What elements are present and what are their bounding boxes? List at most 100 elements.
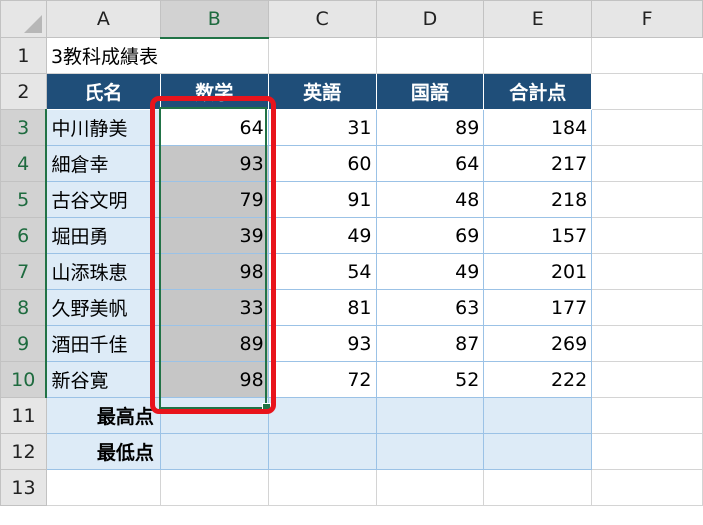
cell-max-japanese[interactable] <box>375 397 485 434</box>
student-name-cell[interactable]: 堀田勇 <box>45 217 161 254</box>
japanese-score-cell[interactable]: 89 <box>375 109 485 146</box>
student-name-cell[interactable]: 古谷文明 <box>45 181 161 218</box>
header-cell-math[interactable]: 数学 <box>159 73 269 110</box>
column-header-c[interactable]: C <box>267 0 377 38</box>
row-header[interactable]: 10 <box>0 361 48 398</box>
cell-empty[interactable] <box>45 469 161 506</box>
math-score-cell[interactable]: 98 <box>159 361 269 398</box>
min-score-label[interactable]: 最低点 <box>45 433 161 470</box>
cell-empty[interactable] <box>591 289 703 326</box>
total-score-cell[interactable]: 201 <box>483 253 593 290</box>
cell-empty[interactable] <box>591 109 703 146</box>
column-header-d[interactable]: D <box>375 0 485 38</box>
japanese-score-cell[interactable]: 63 <box>375 289 485 326</box>
english-score-cell[interactable]: 72 <box>267 361 377 398</box>
cell-empty[interactable] <box>591 433 703 470</box>
japanese-score-cell[interactable]: 87 <box>375 325 485 362</box>
total-score-cell[interactable]: 218 <box>483 181 593 218</box>
row-header-13[interactable]: 13 <box>0 469 47 506</box>
japanese-score-cell[interactable]: 64 <box>375 145 485 182</box>
total-score-cell[interactable]: 269 <box>483 325 593 362</box>
total-score-cell[interactable]: 157 <box>483 217 593 254</box>
english-score-cell[interactable]: 31 <box>267 109 377 146</box>
math-score-cell[interactable]: 79 <box>159 181 269 218</box>
cell-empty[interactable] <box>591 181 703 218</box>
header-cell-name[interactable]: 氏名 <box>45 73 161 110</box>
english-score-cell[interactable]: 49 <box>267 217 377 254</box>
column-header-e[interactable]: E <box>483 0 593 38</box>
english-score-cell[interactable]: 60 <box>267 145 377 182</box>
cell-min-japanese[interactable] <box>375 433 485 470</box>
cell-empty[interactable] <box>591 469 703 506</box>
japanese-score-cell[interactable]: 48 <box>375 181 485 218</box>
student-name-cell[interactable]: 新谷寛 <box>45 361 161 398</box>
cell-empty[interactable] <box>483 37 593 74</box>
cell-max-total[interactable] <box>483 397 593 434</box>
row-header[interactable]: 4 <box>0 145 48 182</box>
english-score-cell[interactable]: 81 <box>267 289 377 326</box>
cell-empty[interactable] <box>159 469 269 506</box>
math-score-cell[interactable]: 93 <box>159 145 269 182</box>
english-score-cell[interactable]: 91 <box>267 181 377 218</box>
student-name-cell[interactable]: 細倉幸 <box>45 145 161 182</box>
cell-a1-sheet-title[interactable]: 3教科成績表 <box>45 37 269 74</box>
student-name-cell[interactable]: 久野美帆 <box>45 289 161 326</box>
total-score-cell[interactable]: 217 <box>483 145 593 182</box>
english-score-cell[interactable]: 54 <box>267 253 377 290</box>
english-score-cell[interactable]: 93 <box>267 325 377 362</box>
cell-empty[interactable] <box>267 37 377 74</box>
total-score-cell[interactable]: 184 <box>483 109 593 146</box>
cell-empty[interactable] <box>375 37 485 74</box>
row-header[interactable]: 7 <box>0 253 48 290</box>
max-score-label[interactable]: 最高点 <box>45 397 161 434</box>
math-score-cell[interactable]: 39 <box>159 217 269 254</box>
math-score-cell[interactable]: 89 <box>159 325 269 362</box>
row-header[interactable]: 6 <box>0 217 48 254</box>
cell-empty[interactable] <box>591 253 703 290</box>
math-score-cell[interactable]: 98 <box>159 253 269 290</box>
cell-max-english[interactable] <box>267 397 377 434</box>
cell-empty[interactable] <box>267 469 377 506</box>
japanese-score-cell[interactable]: 49 <box>375 253 485 290</box>
japanese-score-cell[interactable]: 69 <box>375 217 485 254</box>
row-header-2[interactable]: 2 <box>0 73 47 110</box>
row-header-11[interactable]: 11 <box>0 397 47 434</box>
cell-empty[interactable] <box>591 217 703 254</box>
japanese-score-cell[interactable]: 52 <box>375 361 485 398</box>
row-header-1[interactable]: 1 <box>0 37 47 74</box>
math-score-cell[interactable]: 33 <box>159 289 269 326</box>
column-header-row: A B C D E F <box>0 0 703 39</box>
cell-min-total[interactable] <box>483 433 593 470</box>
row-header[interactable]: 5 <box>0 181 48 218</box>
student-name-cell[interactable]: 酒田千佳 <box>45 325 161 362</box>
total-score-cell[interactable]: 222 <box>483 361 593 398</box>
cell-empty[interactable] <box>591 73 703 110</box>
student-name-cell[interactable]: 中川静美 <box>45 109 161 146</box>
student-row: 7 山添珠恵 98 54 49 201 <box>0 253 703 290</box>
student-name-cell[interactable]: 山添珠恵 <box>45 253 161 290</box>
cell-min-math[interactable] <box>159 433 269 470</box>
cell-empty[interactable] <box>591 325 703 362</box>
cell-max-math[interactable] <box>159 397 269 434</box>
cell-empty[interactable] <box>591 361 703 398</box>
column-header-b[interactable]: B <box>159 0 269 39</box>
header-cell-japanese[interactable]: 国語 <box>375 73 485 110</box>
cell-empty[interactable] <box>591 397 703 434</box>
column-header-f[interactable]: F <box>591 0 703 38</box>
header-cell-total[interactable]: 合計点 <box>483 73 593 110</box>
cell-empty[interactable] <box>375 469 485 506</box>
student-row: 10 新谷寛 98 72 52 222 <box>0 361 703 398</box>
column-header-a[interactable]: A <box>45 0 161 38</box>
total-score-cell[interactable]: 177 <box>483 289 593 326</box>
math-score-cell[interactable]: 64 <box>159 109 269 146</box>
row-header[interactable]: 3 <box>0 109 48 146</box>
worksheet-grid: A B C D E F 1 3教科成績表 2 氏名 数学 英語 国語 合計点 3… <box>0 0 703 506</box>
row-header-12[interactable]: 12 <box>0 433 47 470</box>
cell-empty[interactable] <box>483 469 593 506</box>
cell-min-english[interactable] <box>267 433 377 470</box>
header-cell-english[interactable]: 英語 <box>267 73 377 110</box>
row-header[interactable]: 9 <box>0 325 48 362</box>
cell-empty[interactable] <box>591 145 703 182</box>
row-header[interactable]: 8 <box>0 289 48 326</box>
select-all-corner[interactable] <box>0 0 47 38</box>
